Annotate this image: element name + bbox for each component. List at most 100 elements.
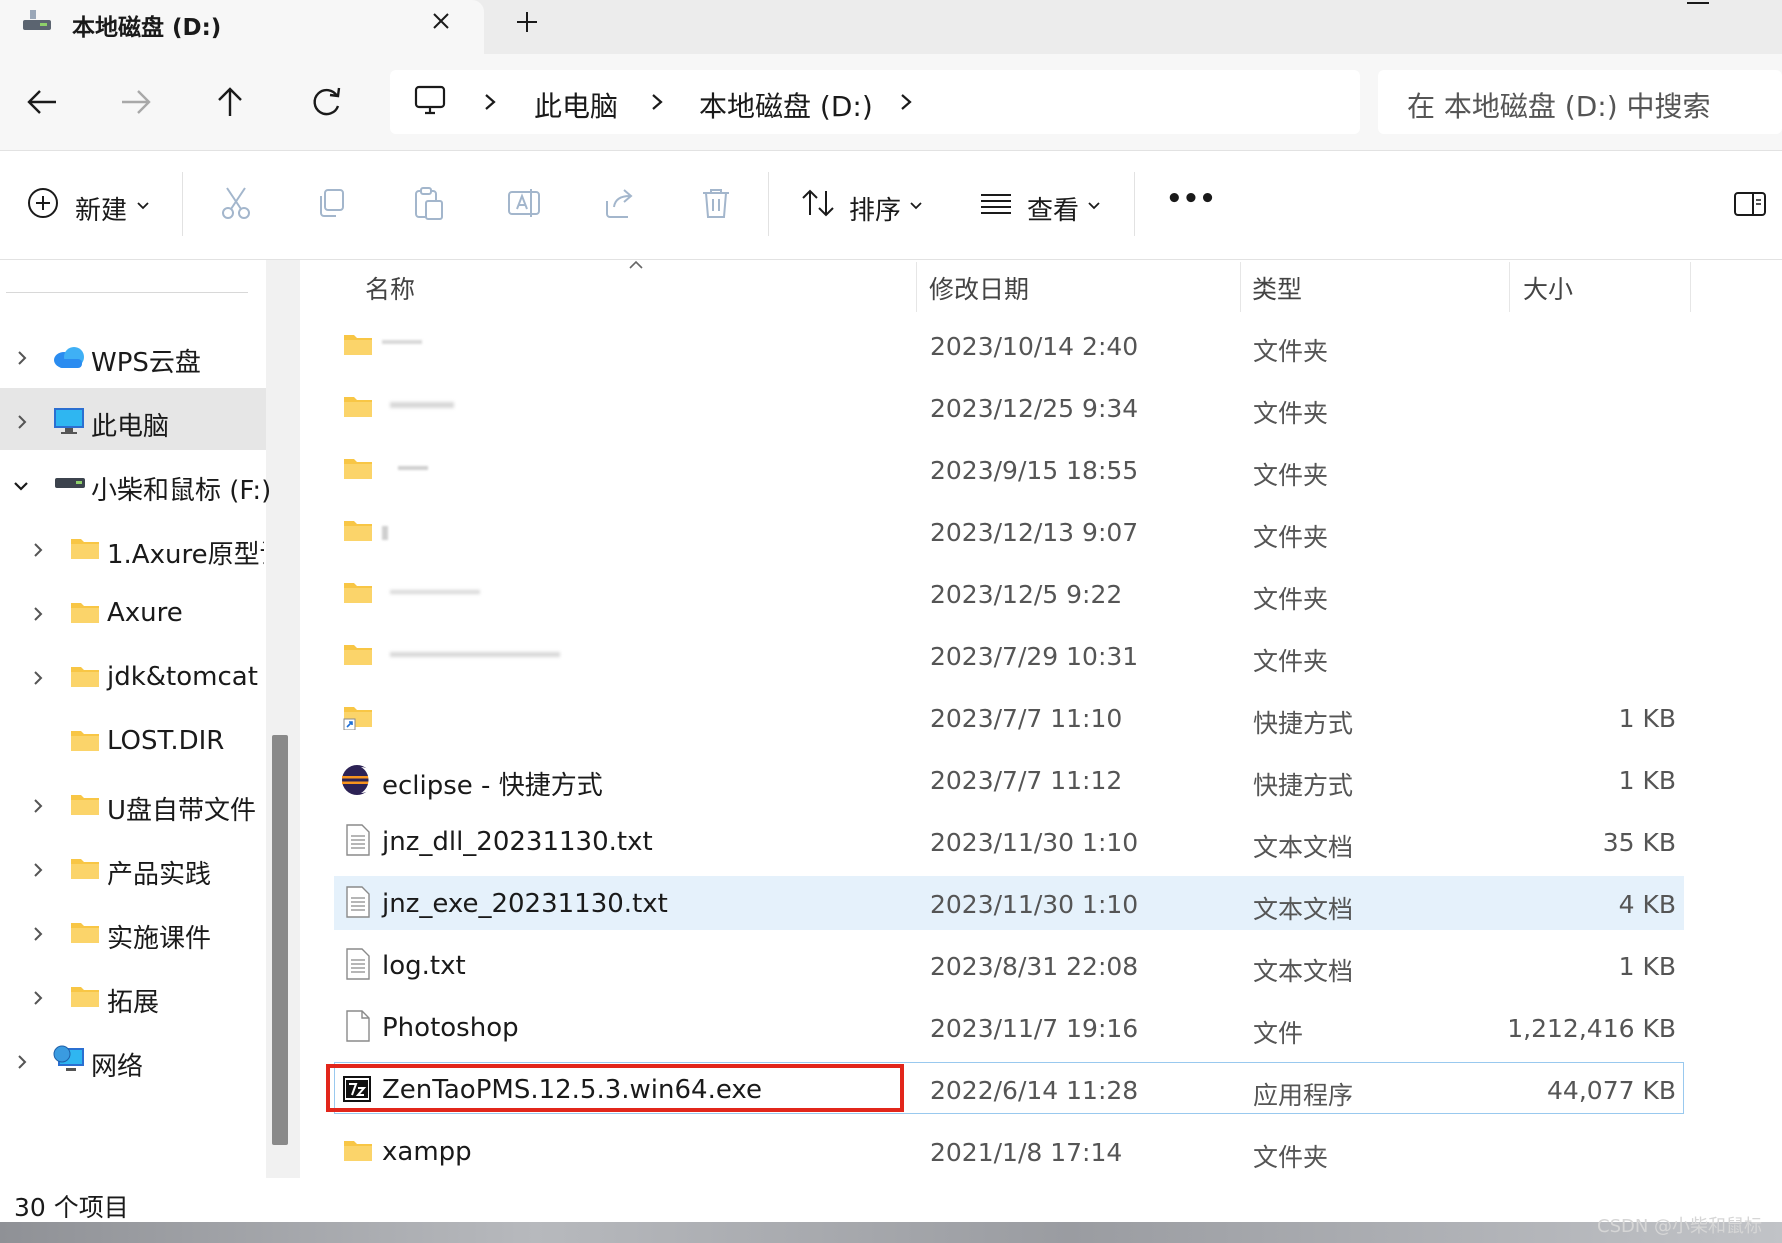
chevron-right-icon[interactable] [482,92,498,112]
more-options-button[interactable]: ••• [1166,184,1216,214]
new-button[interactable]: 新建 [75,190,127,227]
chevron-right-icon[interactable] [30,798,46,814]
file-date: 2023/7/7 11:10 [930,704,1123,733]
file-type: 文件 [1253,1019,1304,1048]
file-date: 2023/11/30 1:10 [930,828,1139,857]
column-header-date[interactable]: 修改日期 [929,270,1029,306]
file-size: 1 KB [1618,952,1676,981]
column-header-name[interactable]: 名称 [365,270,415,306]
folder-icon [71,859,99,879]
back-button[interactable] [22,82,62,122]
chevron-down-icon[interactable] [1086,200,1102,212]
plus-circle-icon[interactable] [25,185,61,221]
file-date: 2023/11/30 1:10 [930,890,1139,919]
folder-icon [71,667,99,687]
file-date: 2023/7/7 11:12 [930,766,1123,795]
file-size: 44,077 KB [1547,1076,1676,1105]
annotation-highlight-box [326,1064,904,1112]
column-divider[interactable] [916,262,917,312]
file-name: jnz_exe_20231130.txt [382,889,668,919]
chevron-right-icon[interactable] [14,350,30,366]
search-input[interactable]: 在 本地磁盘 (D:) 中搜索 [1407,85,1711,125]
file-name: eclipse - 快捷方式 [382,771,603,801]
folder-icon [344,335,372,355]
folder-icon [71,795,99,815]
sidebar-item-label: U盘自带文件 [107,796,257,826]
chevron-right-icon[interactable] [30,670,46,686]
up-button[interactable] [210,82,250,122]
eclipse-icon [342,765,373,795]
folder-icon [344,459,372,479]
computer-icon [54,408,84,434]
folder-icon [71,987,99,1007]
folder-shortcut-icon [343,707,372,730]
chevron-down-icon[interactable] [135,200,151,212]
file-date: 2023/8/31 22:08 [930,952,1139,981]
file-name: xampp [382,1137,472,1167]
file-date: 2023/9/15 18:55 [930,456,1139,485]
obscured-name [398,466,428,470]
file-name: log.txt [382,951,466,981]
delete-icon[interactable] [698,185,734,221]
chevron-right-icon[interactable] [14,1054,30,1070]
file-type: 快捷方式 [1253,771,1354,800]
tab-title: 本地磁盘 (D:) [72,15,222,41]
view-list-icon[interactable] [978,185,1014,221]
chevron-down-icon[interactable] [13,478,29,494]
cloud-icon [54,347,84,368]
folder-icon [344,583,372,603]
file-type: 文件夹 [1253,1143,1329,1172]
sidebar-item-label: Axure [107,598,183,628]
chevron-right-icon[interactable] [30,606,46,622]
chevron-right-icon[interactable] [30,862,46,878]
file-type: 文件夹 [1253,647,1329,676]
sort-icon[interactable] [800,185,836,221]
chevron-right-icon[interactable] [30,542,46,558]
file-date: 2023/10/14 2:40 [930,332,1139,361]
paste-icon[interactable] [410,185,446,221]
column-divider[interactable] [1509,262,1510,312]
close-icon[interactable] [428,8,454,34]
obscured-name [382,526,388,540]
refresh-button[interactable] [306,82,346,122]
file-size: 1 KB [1618,704,1676,733]
share-icon[interactable] [602,185,638,221]
new-tab-button[interactable] [513,8,541,36]
nav-scrollbar-thumb[interactable] [272,735,288,1145]
file-size: 1,212,416 KB [1507,1014,1676,1043]
sidebar-item-label: 1.Axure原型设 [107,540,264,570]
chevron-down-icon[interactable] [908,200,924,212]
file-type: 快捷方式 [1253,709,1354,738]
breadcrumb-this-pc[interactable]: 此电脑 [534,85,618,125]
column-header-size[interactable]: 大小 [1523,270,1573,306]
minimize-icon[interactable] [1685,0,1711,8]
drive-icon [23,10,51,30]
chevron-right-icon[interactable] [898,92,914,112]
cut-icon[interactable] [218,185,254,221]
chevron-right-icon[interactable] [30,990,46,1006]
column-header-type[interactable]: 类型 [1252,270,1302,306]
details-pane-icon[interactable] [1733,190,1767,218]
view-button[interactable]: 查看 [1027,190,1079,227]
breadcrumb-local-disk[interactable]: 本地磁盘 (D:) [699,85,873,125]
file-type: 文件夹 [1253,585,1329,614]
forward-button[interactable] [116,82,156,122]
folder-icon [71,923,99,943]
desktop-background-strip [0,1222,1782,1243]
chevron-right-icon[interactable] [649,92,665,112]
column-divider[interactable] [1690,262,1691,312]
chevron-right-icon[interactable] [30,926,46,942]
folder-icon [344,521,372,541]
column-divider[interactable] [1240,262,1241,312]
chevron-right-icon[interactable] [14,414,30,430]
file-type: 文件夹 [1253,461,1329,490]
status-item-count: 30 个项目 [14,1193,129,1222]
folder-icon [344,645,372,665]
obscured-name [382,340,422,344]
obscured-name [390,590,480,594]
nav-divider [6,292,248,293]
sort-button[interactable]: 排序 [849,190,901,227]
watermark: CSDN @小柴和鼠标 [1597,1216,1763,1237]
rename-icon[interactable] [506,185,542,221]
copy-icon[interactable] [314,185,350,221]
